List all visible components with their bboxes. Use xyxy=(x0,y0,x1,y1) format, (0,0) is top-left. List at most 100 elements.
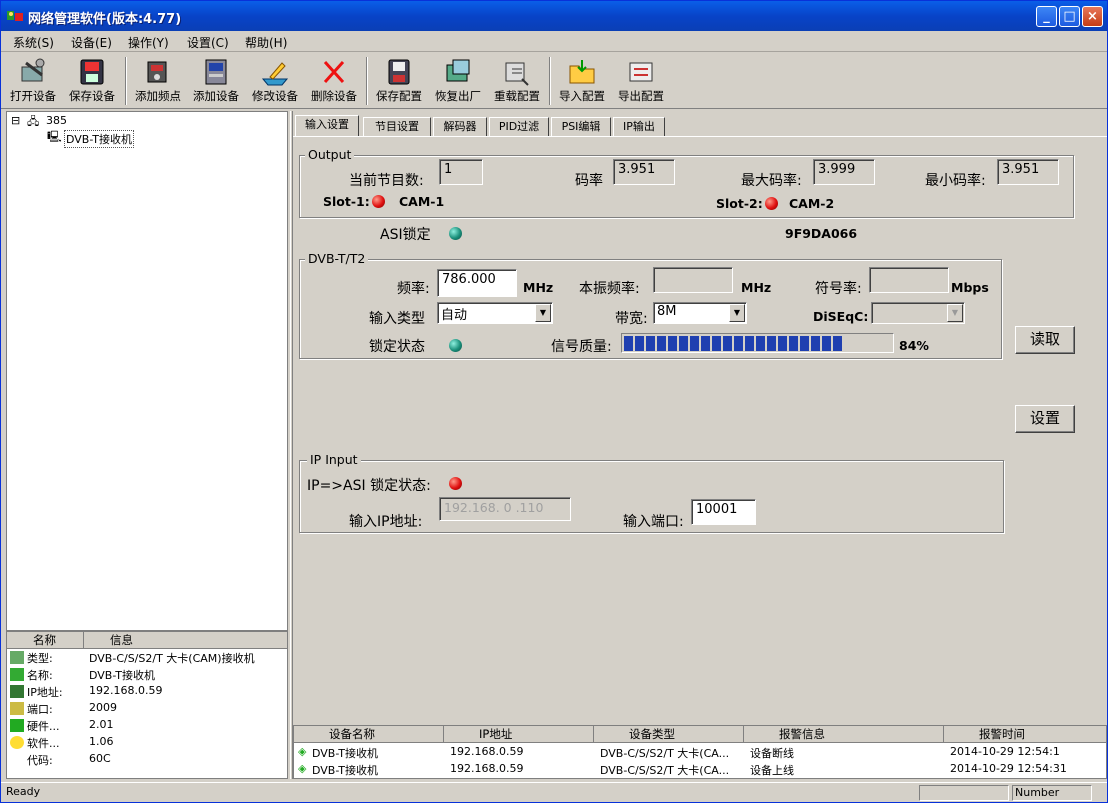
reload-config-button[interactable]: 重载配置 xyxy=(488,55,546,107)
save-config-icon xyxy=(388,59,410,85)
add-device-button[interactable]: 添加设备 xyxy=(187,55,245,107)
menu-system[interactable]: 系统(S) xyxy=(13,34,54,51)
diseqc-select[interactable]: ▼ xyxy=(871,302,965,324)
menu-device[interactable]: 设备(E) xyxy=(71,34,112,51)
chevron-down-icon[interactable]: ▼ xyxy=(535,304,551,322)
save-device-button[interactable]: 保存设备 xyxy=(63,55,121,107)
minimize-button[interactable]: _ xyxy=(1036,6,1057,27)
signal-segment xyxy=(624,336,633,351)
col-alarm-info[interactable]: 报警信息 xyxy=(744,726,944,743)
input-ip-field[interactable]: 192.168. 0 .110 xyxy=(439,497,571,521)
signal-quality-percent: 84% xyxy=(899,338,929,353)
col-device-name[interactable]: 设备名称 xyxy=(294,726,444,743)
lo-frequency-input[interactable] xyxy=(653,267,733,293)
slot2-label: Slot-2: xyxy=(716,196,763,211)
export-config-button[interactable]: 导出配置 xyxy=(612,55,670,107)
signal-segment xyxy=(668,336,677,351)
device-tree[interactable]: ⊟ 🖧 385 🖳 DVB-T接收机 xyxy=(6,111,288,631)
chevron-down-icon[interactable]: ▼ xyxy=(729,304,745,322)
alarm-time: 2014-10-29 12:54:1 xyxy=(950,745,1060,758)
bitrate-label: 码率 xyxy=(575,173,603,189)
bandwidth-value: 8M xyxy=(657,304,677,319)
signal-segment xyxy=(800,336,809,351)
set-button[interactable]: 设置 xyxy=(1015,405,1075,433)
device-status-icon: ◈ xyxy=(298,762,307,775)
open-device-icon xyxy=(21,58,45,82)
info-row-port: 端口: 2009 xyxy=(7,700,287,717)
frequency-input[interactable]: 786.000 xyxy=(437,269,517,297)
info-header-name-label: 名称 xyxy=(33,633,56,647)
tree-expander[interactable]: ⊟ xyxy=(11,114,20,127)
save-config-button[interactable]: 保存配置 xyxy=(370,55,428,107)
tab-program-settings[interactable]: 节目设置 xyxy=(363,117,431,136)
ip-input-title: IP Input xyxy=(307,452,361,467)
info-value: 2009 xyxy=(89,701,117,714)
info-row-ip: IP地址: 192.168.0.59 xyxy=(7,683,287,700)
chevron-down-icon[interactable]: ▼ xyxy=(947,304,963,322)
lock-status-label: 锁定状态 xyxy=(369,339,425,355)
menu-settings[interactable]: 设置(C) xyxy=(187,34,229,51)
col-device-type[interactable]: 设备类型 xyxy=(594,726,744,743)
menu-operation[interactable]: 操作(Y) xyxy=(128,34,169,51)
col-ip-label: IP地址 xyxy=(479,727,513,741)
close-button[interactable]: × xyxy=(1082,6,1103,27)
tab-ip-output[interactable]: IP输出 xyxy=(613,117,665,136)
import-folder-icon xyxy=(569,60,595,84)
info-key: IP地址: xyxy=(27,686,63,699)
info-key: 代码: xyxy=(27,754,53,767)
info-header-info[interactable]: 信息 xyxy=(84,632,287,649)
device-status-icon: ◈ xyxy=(298,745,307,758)
tree-root-label[interactable]: 385 xyxy=(46,114,67,127)
signal-quality-label: 信号质量: xyxy=(551,339,612,355)
delete-device-label: 删除设备 xyxy=(311,89,357,103)
symbol-rate-input[interactable] xyxy=(869,267,949,293)
modify-device-button[interactable]: 修改设备 xyxy=(246,55,304,107)
title-bar[interactable]: 网络管理软件(版本:4.77) _ □ × xyxy=(1,1,1107,31)
maximize-button[interactable]: □ xyxy=(1059,6,1080,27)
info-key: 硬件... xyxy=(27,720,60,733)
input-port-field[interactable]: 10001 xyxy=(691,499,756,525)
open-device-button[interactable]: 打开设备 xyxy=(4,55,62,107)
tab-psi-edit[interactable]: PSI编辑 xyxy=(551,117,611,136)
input-type-select[interactable]: 自动 ▼ xyxy=(437,302,553,324)
toolbar-separator xyxy=(366,57,368,105)
info-row-name: 名称: DVB-T接收机 xyxy=(7,666,287,683)
info-value: 1.06 xyxy=(89,735,114,748)
frequency-label: 频率: xyxy=(397,281,430,297)
lightbulb-icon xyxy=(10,736,24,749)
device-icon: 🖳 xyxy=(47,130,62,143)
col-ip[interactable]: IP地址 xyxy=(444,726,594,743)
add-channel-button[interactable]: 添加频点 xyxy=(129,55,187,107)
max-bitrate-field: 3.999 xyxy=(813,159,875,185)
alarm-list[interactable]: 设备名称 IP地址 设备类型 报警信息 报警时间 ◈ DVB-T接收机 192.… xyxy=(293,725,1107,779)
tab-input-settings[interactable]: 输入设置 xyxy=(295,115,359,137)
alarm-row[interactable]: ◈ DVB-T接收机 192.168.0.59 DVB-C/S/S2/T 大卡(… xyxy=(294,760,1106,777)
delete-x-icon xyxy=(323,60,345,84)
symbol-rate-unit: Mbps xyxy=(951,280,989,295)
input-ip-label: 输入IP地址: xyxy=(349,514,423,530)
delete-device-button[interactable]: 删除设备 xyxy=(305,55,363,107)
bandwidth-select[interactable]: 8M ▼ xyxy=(653,302,747,324)
menu-help[interactable]: 帮助(H) xyxy=(245,34,287,51)
read-button[interactable]: 读取 xyxy=(1015,326,1075,354)
signal-quality-bar xyxy=(621,333,894,353)
factory-reset-button[interactable]: 恢复出厂 xyxy=(429,55,487,107)
col-alarm-time[interactable]: 报警时间 xyxy=(944,726,1106,743)
import-config-button[interactable]: 导入配置 xyxy=(553,55,611,107)
alarm-device-type: DVB-C/S/S2/T 大卡(CA... xyxy=(600,764,730,777)
col-alarm-time-label: 报警时间 xyxy=(979,727,1025,741)
status-panel-empty xyxy=(919,785,1009,801)
tree-device-item[interactable]: DVB-T接收机 xyxy=(64,130,135,148)
tab-decoder[interactable]: 解码器 xyxy=(433,117,487,136)
alarm-info: 设备断线 xyxy=(750,747,794,760)
modify-device-icon xyxy=(261,62,289,86)
import-config-label: 导入配置 xyxy=(559,89,605,103)
alarm-row[interactable]: ◈ DVB-T接收机 192.168.0.59 DVB-C/S/S2/T 大卡(… xyxy=(294,743,1106,760)
alarm-header: 设备名称 IP地址 设备类型 报警信息 报警时间 xyxy=(294,726,1106,743)
tab-pid-filter[interactable]: PID过滤 xyxy=(489,117,549,136)
input-type-value: 自动 xyxy=(441,308,468,323)
info-row-type: 类型: DVB-C/S/S2/T 大卡(CAM)接收机 xyxy=(7,649,287,666)
slot1-label: Slot-1: xyxy=(323,194,370,209)
ip-asi-lock-label: IP=>ASI 锁定状态: xyxy=(307,478,431,494)
info-header-name[interactable]: 名称 xyxy=(7,632,84,649)
